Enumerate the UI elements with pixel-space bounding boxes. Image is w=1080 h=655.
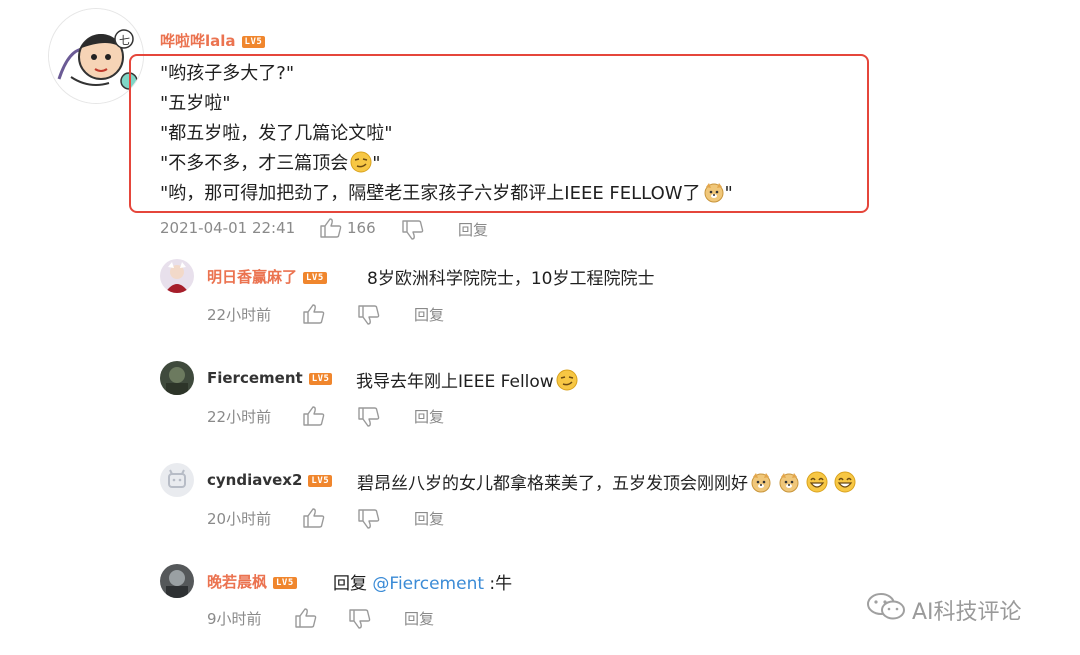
level-badge: LV5 — [241, 36, 266, 48]
main-comment-timestamp: 2021-04-01 22:41 — [160, 219, 296, 237]
closing-quote: " — [372, 153, 381, 174]
reply-avatar[interactable] — [160, 564, 194, 598]
reply-text: 碧昂丝八岁的女儿都拿格莱美了，五岁发顶会刚刚好 — [357, 469, 856, 494]
thumbs-up-icon — [320, 218, 342, 238]
mention-link[interactable]: @Fiercement — [372, 574, 484, 594]
comment-line-4-text: "不多不多，才三篇顶会 — [160, 153, 349, 174]
reply-time: 20小时前 — [207, 510, 272, 528]
reply-text-content: 碧昂丝八岁的女儿都拿格莱美了，五岁发顶会刚刚好 — [357, 474, 748, 494]
thumbs-up-icon — [303, 304, 325, 324]
main-like-count: 166 — [347, 219, 376, 237]
reply-text-content: 我导去年刚上IEEE Fellow — [356, 372, 554, 392]
reply-avatar[interactable] — [160, 361, 194, 395]
thumbs-down-icon — [402, 220, 424, 240]
dislike-button[interactable] — [358, 305, 380, 325]
svg-text:七: 七 — [119, 34, 130, 47]
dislike-button[interactable] — [358, 407, 380, 427]
reply-text: 我导去年刚上IEEE Fellow — [356, 367, 578, 392]
smirk-emoji-icon — [556, 369, 578, 391]
dislike-button[interactable] — [358, 509, 380, 529]
like-button[interactable] — [295, 608, 317, 628]
thumbs-down-icon — [358, 407, 380, 427]
reply-text: 回复 @Fiercement :牛 — [333, 569, 512, 594]
watermark-text: AI科技评论 — [912, 600, 1022, 625]
comment-line-5-text: "哟，那可得加把劲了，隔壁老王家孩子六岁都评上IEEE FELLOW了 — [160, 183, 701, 204]
comment-line-1: "哟孩子多大了?" — [160, 63, 295, 84]
reply-suffix: :牛 — [484, 574, 513, 594]
thumbs-down-icon — [358, 509, 380, 529]
reply-username[interactable]: 晚若晨枫 LV5 — [207, 571, 297, 592]
username-text[interactable]: 明日香赢麻了 — [207, 268, 297, 286]
reply-prefix: 回复 — [333, 574, 373, 594]
level-badge: LV5 — [273, 577, 297, 589]
like-button[interactable] — [303, 406, 325, 426]
doge-emoji-icon — [779, 473, 799, 493]
comment-line-4: "不多不多，才三篇顶会 " — [160, 151, 381, 176]
grin-emoji-icon — [806, 471, 828, 493]
reply-button[interactable]: 回复 — [414, 304, 444, 325]
reply-text: 8岁欧洲科学院院士，10岁工程院院士 — [367, 269, 655, 289]
reply-username[interactable]: cyndiavex2 LV5 — [207, 471, 333, 489]
username-text[interactable]: 晚若晨枫 — [207, 573, 267, 591]
reply-button[interactable]: 回复 — [414, 406, 444, 427]
thumbs-down-icon — [349, 609, 371, 629]
grin-emoji-icon — [834, 471, 856, 493]
wechat-icon — [866, 591, 906, 627]
username-text[interactable]: cyndiavex2 — [207, 471, 302, 489]
reply-button[interactable]: 回复 — [414, 508, 444, 529]
like-button[interactable] — [320, 218, 342, 238]
reply-time: 9小时前 — [207, 610, 262, 628]
main-comment-username[interactable]: 哗啦哗lala LV5 — [160, 30, 266, 51]
smirk-emoji-icon — [350, 151, 372, 173]
like-button[interactable] — [303, 304, 325, 324]
dislike-button[interactable] — [402, 220, 424, 240]
like-button[interactable] — [303, 508, 325, 528]
reply-avatar[interactable] — [160, 259, 194, 293]
thumbs-up-icon — [303, 406, 325, 426]
username-text[interactable]: Fiercement — [207, 369, 303, 387]
reply-button[interactable]: 回复 — [458, 219, 488, 240]
reply-username[interactable]: 明日香赢麻了 LV5 — [207, 266, 327, 287]
reply-button[interactable]: 回复 — [404, 608, 434, 629]
thumbs-up-icon — [295, 608, 317, 628]
reply-time: 22小时前 — [207, 306, 272, 324]
doge-emoji-icon — [704, 183, 724, 203]
level-badge: LV5 — [308, 475, 333, 487]
comment-line-5: "哟，那可得加把劲了，隔壁老王家孩子六岁都评上IEEE FELLOW了 " — [160, 181, 733, 206]
thumbs-down-icon — [358, 305, 380, 325]
thumbs-up-icon — [303, 508, 325, 528]
reply-avatar[interactable] — [160, 463, 194, 497]
comment-line-3: "都五岁啦，发了几篇论文啦" — [160, 123, 393, 144]
comment-line-2: "五岁啦" — [160, 93, 231, 114]
doge-emoji-icon — [751, 473, 771, 493]
username-text[interactable]: 哗啦哗lala — [160, 32, 236, 50]
dislike-button[interactable] — [349, 609, 371, 629]
level-badge: LV5 — [303, 272, 327, 284]
level-badge: LV5 — [308, 373, 333, 385]
reply-username[interactable]: Fiercement LV5 — [207, 369, 333, 387]
closing-quote: " — [724, 183, 733, 204]
reply-time: 22小时前 — [207, 408, 272, 426]
